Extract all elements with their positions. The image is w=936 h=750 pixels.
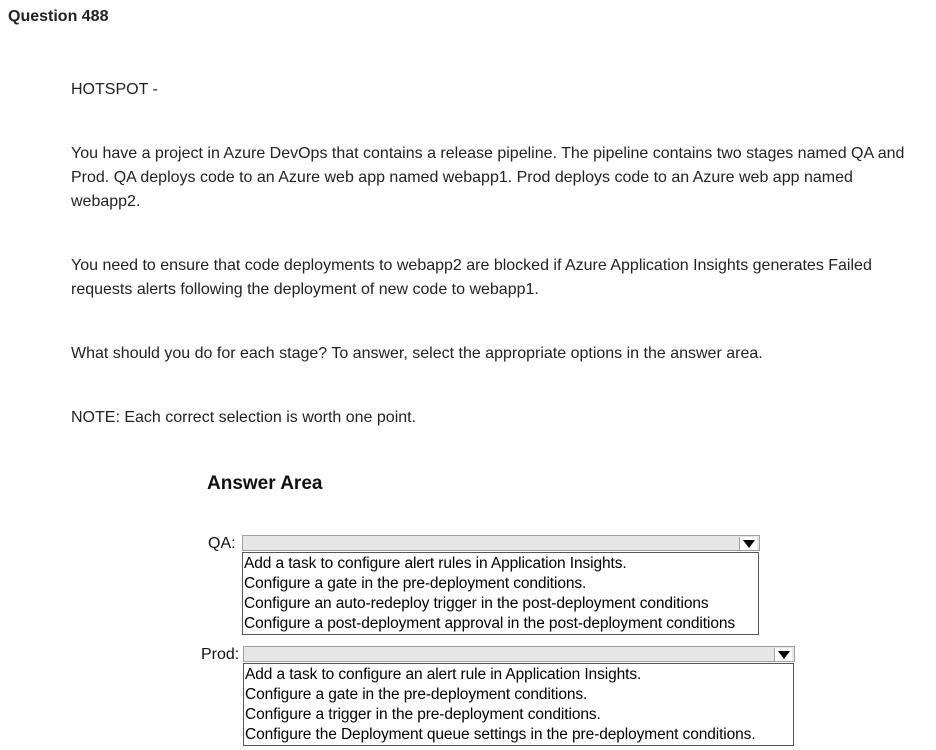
qa-option-4[interactable]: Configure a post-deployment approval in …	[244, 614, 758, 634]
prod-dropdown-chevron-down-icon[interactable]	[774, 648, 792, 661]
prod-option-2[interactable]: Configure a gate in the pre-deployment c…	[245, 685, 793, 705]
qa-dropdown-chevron-down-icon[interactable]	[739, 537, 757, 550]
prod-options-list: Add a task to configure an alert rule in…	[243, 663, 794, 746]
qa-option-3[interactable]: Configure an auto-redeploy trigger in th…	[244, 594, 758, 614]
qa-options-list: Add a task to configure alert rules in A…	[242, 552, 759, 635]
question-title: Question 488	[8, 8, 109, 25]
prod-option-1[interactable]: Add a task to configure an alert rule in…	[245, 665, 793, 685]
question-type: HOTSPOT -	[71, 81, 158, 98]
prod-label: Prod:	[201, 646, 240, 663]
qa-label: QA:	[208, 535, 236, 552]
question-note: NOTE: Each correct selection is worth on…	[71, 409, 417, 426]
qa-option-1[interactable]: Add a task to configure alert rules in A…	[244, 554, 758, 574]
question-instruction: What should you do for each stage? To an…	[71, 345, 763, 362]
prod-option-4[interactable]: Configure the Deployment queue settings …	[245, 725, 793, 745]
question-requirement: You need to ensure that code deployments…	[71, 257, 872, 298]
prod-dropdown[interactable]	[243, 646, 795, 662]
answer-area-title: Answer Area	[207, 473, 323, 494]
prod-option-3[interactable]: Configure a trigger in the pre-deploymen…	[245, 705, 793, 725]
qa-dropdown[interactable]	[242, 535, 760, 551]
question-scenario: You have a project in Azure DevOps that …	[71, 145, 905, 210]
qa-option-2[interactable]: Configure a gate in the pre-deployment c…	[244, 574, 758, 594]
